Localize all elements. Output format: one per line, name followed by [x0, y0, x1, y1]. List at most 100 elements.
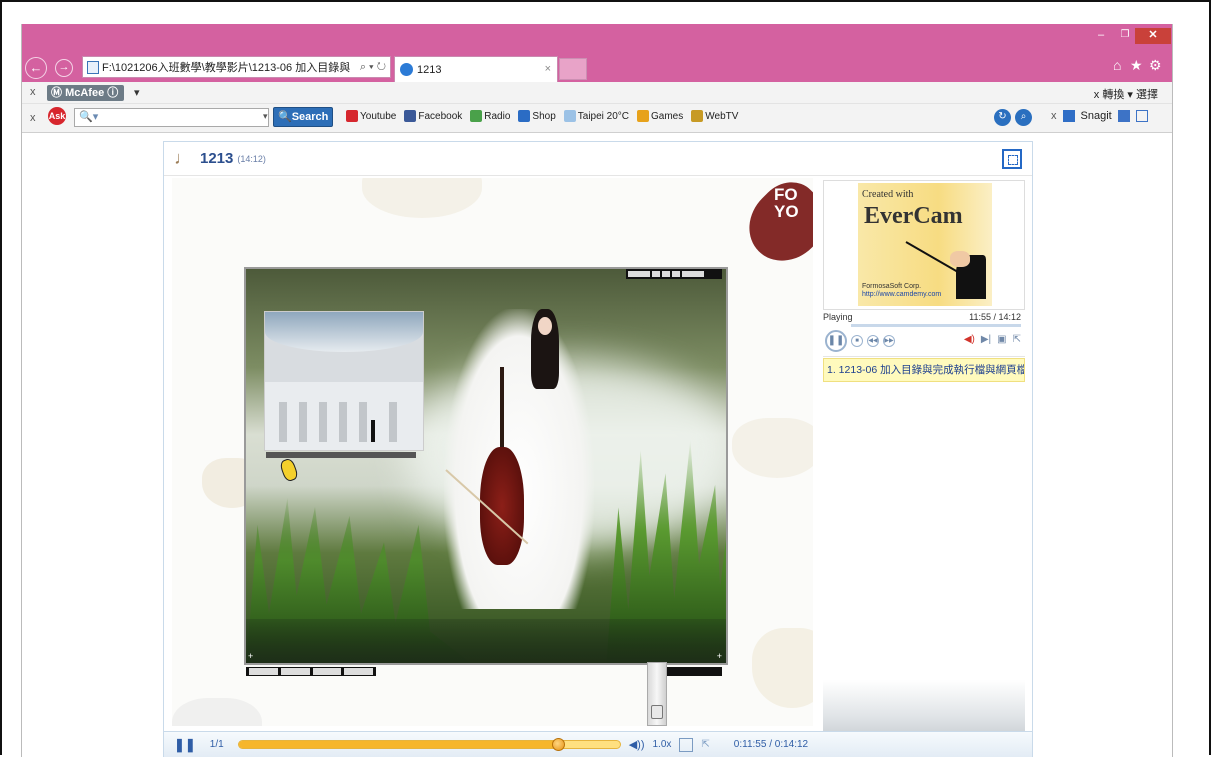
pointer-icon[interactable]: ⇱ [701, 739, 709, 750]
pause-icon[interactable]: ❚❚ [825, 330, 847, 352]
gear-icon[interactable]: ⚙ [1149, 57, 1162, 74]
tab-label: 1213 [417, 63, 442, 76]
chapter-item[interactable]: 1. 1213-06 加入目錄與完成執行檔與網頁檔 [823, 358, 1025, 382]
quick-link-facebook[interactable]: Facebook [404, 110, 462, 122]
mini-right-controls: ◀) ▶| ▣ ⇱ [964, 334, 1021, 345]
snagit-tools: x Snagit [1051, 110, 1148, 122]
inset-progress-bar [266, 452, 416, 458]
snagit-icon [1062, 110, 1075, 122]
quick-link-label: Youtube [360, 110, 397, 122]
wallpaper-face [538, 317, 552, 335]
browser-window: – ❐ ✕ ← → F:\1021206入班數學\教學影片\1213-06 加入… [21, 24, 1173, 757]
quick-link-taipei-20-c[interactable]: Taipei 20°C [563, 110, 629, 122]
speed-control[interactable]: 1.0x [653, 739, 672, 750]
toolbar-nav: ↻ ⌕ [994, 109, 1032, 126]
quick-link-label: Shop [532, 110, 556, 122]
favorites-star-icon[interactable]: ★ [1130, 57, 1143, 74]
quick-link-radio[interactable]: Radio [470, 110, 510, 122]
wallpaper-water [246, 619, 726, 663]
maximize-button[interactable]: ❐ [1113, 28, 1137, 44]
mini-seek-bar[interactable] [851, 324, 1021, 327]
close-button[interactable]: ✕ [1135, 28, 1171, 44]
volume-icon[interactable]: ◀) [964, 334, 975, 345]
address-bar[interactable]: F:\1021206入班數學\教學影片\1213-06 加入目錄與 ⌕ ▾ ↻ [82, 56, 391, 78]
search-button[interactable]: 🔍Search [273, 107, 334, 127]
tab-1213[interactable]: 1213 × [394, 56, 558, 82]
progress-knob[interactable] [552, 738, 566, 751]
toolbar-close-icon[interactable]: x [30, 86, 36, 98]
inset-pillar [339, 402, 347, 442]
video-taskbar-left [246, 667, 376, 676]
background-heart [752, 628, 813, 708]
quick-link-label: Facebook [418, 110, 463, 122]
search-dropdown-icon[interactable]: ▾ [263, 111, 268, 122]
pause-button[interactable]: ❚❚ [174, 737, 196, 753]
quick-link-icon [691, 110, 704, 122]
quick-link-icon [404, 110, 417, 122]
inset-pillar [279, 402, 287, 442]
progress-fill [238, 741, 559, 748]
inset-pillar [389, 402, 397, 442]
fast-forward-icon[interactable]: ▶▶ [883, 335, 895, 347]
corp-label: FormosaSoft Corp. [862, 283, 922, 290]
mini-controls: ❚❚ ■ ◀◀ ▶▶ ◀) ▶| ▣ ⇱ [823, 328, 1025, 354]
fullscreen-icon[interactable] [1002, 149, 1022, 169]
stop-icon[interactable]: ■ [851, 335, 863, 347]
minimize-button[interactable]: – [1089, 28, 1113, 44]
video-stage: FO YO + + [172, 178, 813, 726]
corner-mark: + [248, 651, 254, 661]
address-text: F:\1021206入班數學\教學影片\1213-06 加入目錄與 [102, 62, 351, 74]
layout-icon[interactable]: ▣ [997, 334, 1006, 345]
status-label: Playing [823, 312, 853, 322]
fit-screen-icon[interactable] [679, 737, 694, 752]
quick-link-shop[interactable]: Shop [518, 110, 556, 122]
wallpaper-bride [444, 309, 594, 609]
ask-search-input[interactable]: 🔍▾ [74, 108, 269, 127]
arrow-circle-icon[interactable]: ↻ [994, 109, 1011, 126]
inset-pillar [359, 402, 367, 442]
background-heart [172, 698, 262, 726]
mcafee-button[interactable]: Ⓜ McAfee ⓘ [47, 85, 125, 101]
volume-slider[interactable] [647, 662, 667, 726]
page-icon [87, 60, 99, 74]
inset-roof [265, 312, 423, 352]
quick-link-label: Radio [484, 110, 511, 122]
quick-link-youtube[interactable]: Youtube [346, 110, 396, 122]
inset-pillar [319, 402, 327, 442]
evercam-logo: Created with EverCam FormosaSoft Corp. h… [858, 183, 992, 306]
ie-icon [400, 63, 413, 76]
screen-frame: – ❐ ✕ ← → F:\1021206入班數學\教學影片\1213-06 加入… [0, 0, 1211, 757]
snagit-close-icon[interactable]: x [1051, 110, 1057, 122]
quick-links: Youtube Facebook Radio Shop Taipei 20°C Games… [346, 110, 738, 122]
address-controls[interactable]: ⌕ ▾ ↻ [356, 61, 390, 74]
back-icon[interactable]: ← [25, 57, 47, 79]
rewind-icon[interactable]: ◀◀ [867, 335, 879, 347]
snagit-capture-icon[interactable] [1117, 110, 1130, 122]
quick-link-label: Games [651, 110, 684, 122]
wallpaper-cello-neck [500, 367, 504, 457]
search-circle-icon[interactable]: ⌕ [1015, 109, 1032, 126]
mcafee-dropdown-icon[interactable]: ▾ [134, 86, 140, 99]
evercam-brand: EverCam [864, 203, 963, 229]
translate-select-tools[interactable]: x 轉換 ▾ 選擇 [1094, 86, 1158, 102]
background-heart [362, 178, 482, 218]
next-chapter-icon[interactable]: ▶| [981, 334, 991, 345]
tab-close-icon[interactable]: × [545, 63, 551, 75]
recorded-desktop-video[interactable]: + + [244, 267, 728, 665]
new-tab-button[interactable] [559, 58, 587, 80]
inset-pillar [299, 402, 307, 442]
quick-link-webtv[interactable]: WebTV [691, 110, 738, 122]
inset-figure [371, 420, 375, 442]
volume-slider-knob[interactable] [651, 705, 663, 719]
home-icon[interactable]: ⌂ [1113, 57, 1121, 73]
quick-link-games[interactable]: Games [637, 110, 683, 122]
page-count: 1/1 [209, 739, 224, 750]
snagit-editor-icon[interactable] [1135, 110, 1148, 122]
volume-icon[interactable]: ◀)) [629, 738, 645, 751]
progress-bar[interactable] [237, 738, 621, 751]
forward-icon[interactable]: → [55, 59, 73, 77]
toolbar-close-icon[interactable]: x [30, 112, 36, 124]
snagit-label[interactable]: Snagit [1081, 110, 1112, 122]
pointer-icon[interactable]: ⇱ [1013, 334, 1021, 345]
corp-url-link[interactable]: http://www.camdemy.com [862, 291, 941, 298]
